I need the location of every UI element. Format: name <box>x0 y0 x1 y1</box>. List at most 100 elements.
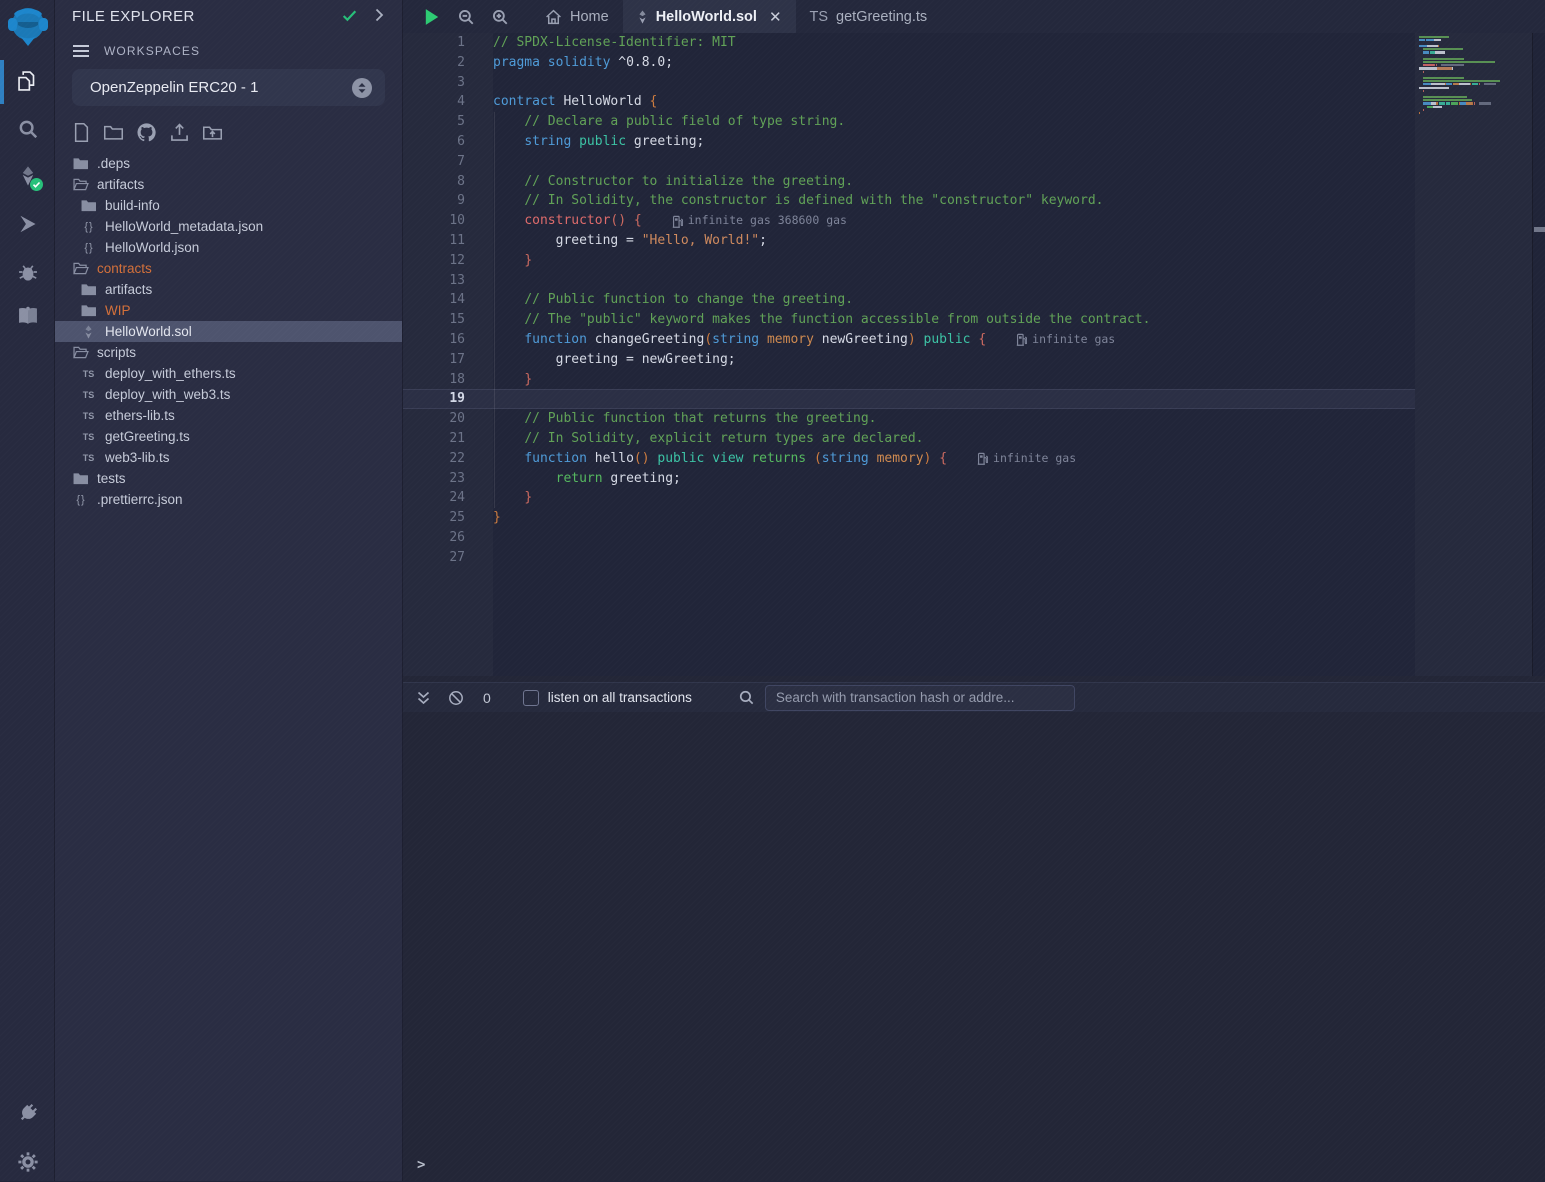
code-line-8[interactable]: 8 // Constructor to initialize the greet… <box>403 172 1415 192</box>
overview-ruler[interactable] <box>1532 33 1545 676</box>
code-line-4[interactable]: 4contract HelloWorld { <box>403 92 1415 112</box>
terminal-content[interactable]: > <box>403 712 1545 1181</box>
settings-gear-icon[interactable] <box>0 1142 55 1182</box>
terminal-clear-icon[interactable] <box>448 690 464 706</box>
search-icon[interactable] <box>0 109 55 149</box>
line-number: 5 <box>403 112 465 132</box>
code-line-14[interactable]: 14 // Public function to change the gree… <box>403 290 1415 310</box>
code-line-17[interactable]: 17 greeting = newGreeting; <box>403 350 1415 370</box>
new-folder-icon[interactable] <box>103 122 124 143</box>
scrollbar-thumb[interactable] <box>1534 227 1545 232</box>
code-line-12[interactable]: 12 } <box>403 251 1415 271</box>
code-line-23[interactable]: 23 return greeting; <box>403 469 1415 489</box>
code-line-19[interactable]: 19 <box>403 389 1415 409</box>
debugger-icon[interactable] <box>0 252 55 292</box>
workspace-menu-icon[interactable] <box>72 44 90 58</box>
workspace-selector[interactable]: OpenZeppelin ERC20 - 1 <box>72 69 385 106</box>
gas-estimate-annotation: infinite gas 368600 gas <box>672 211 847 231</box>
solidity-compiler-icon[interactable] <box>0 156 55 196</box>
tree-item--prettierrc-json[interactable]: { }.prettierrc.json <box>55 489 402 510</box>
tree-item-label: web3-lib.ts <box>105 450 170 465</box>
code-line-26[interactable]: 26 <box>403 528 1415 548</box>
line-number: 6 <box>403 132 465 152</box>
line-number: 1 <box>403 33 465 53</box>
file-explorer-header: FILE EXPLORER <box>55 0 402 34</box>
code-line-2[interactable]: 2pragma solidity ^0.8.0; <box>403 53 1415 73</box>
tree-item-ethers-lib-ts[interactable]: TSethers-lib.ts <box>55 405 402 426</box>
tree-item-scripts[interactable]: scripts <box>55 342 402 363</box>
folder-open-icon <box>72 262 89 275</box>
line-number: 18 <box>403 370 465 390</box>
tree-item-artifacts[interactable]: artifacts <box>55 279 402 300</box>
code-text: function changeGreeting(string memory ne… <box>493 330 986 350</box>
tree-item-build-info[interactable]: build-info <box>55 195 402 216</box>
tree-item-web3-lib-ts[interactable]: TSweb3-lib.ts <box>55 447 402 468</box>
code-line-18[interactable]: 18 } <box>403 370 1415 390</box>
tab-getgreeting-ts[interactable]: TSgetGreeting.ts <box>796 0 942 33</box>
line-number: 26 <box>403 528 465 548</box>
tab-label: Home <box>570 9 609 25</box>
solidity-icon <box>80 325 97 339</box>
tree-item-helloworld-metadata-json[interactable]: { }HelloWorld_metadata.json <box>55 216 402 237</box>
code-line-6[interactable]: 6 string public greeting; <box>403 132 1415 152</box>
code-line-16[interactable]: 16 function changeGreeting(string memory… <box>403 330 1415 350</box>
tree-item-deploy-with-web3-ts[interactable]: TSdeploy_with_web3.ts <box>55 384 402 405</box>
code-line-15[interactable]: 15 // The "public" keyword makes the fun… <box>403 310 1415 330</box>
deploy-run-icon[interactable] <box>0 204 55 244</box>
code-text: greeting = "Hello, World!"; <box>493 231 767 251</box>
code-line-20[interactable]: 20 // Public function that returns the g… <box>403 409 1415 429</box>
tree-item-helloworld-sol[interactable]: HelloWorld.sol <box>55 321 402 342</box>
terminal-prompt: > <box>417 1157 425 1173</box>
minimap[interactable] <box>1419 35 1529 121</box>
chevron-right-icon[interactable] <box>371 7 387 28</box>
minimap-column[interactable] <box>1415 33 1532 676</box>
new-file-icon[interactable] <box>72 122 91 143</box>
code-line-13[interactable]: 13 <box>403 271 1415 291</box>
tree-item-tests[interactable]: tests <box>55 468 402 489</box>
code-line-3[interactable]: 3 <box>403 73 1415 93</box>
tab-home[interactable]: Home <box>531 0 623 33</box>
transaction-search-input[interactable] <box>765 685 1075 711</box>
line-number: 21 <box>403 429 465 449</box>
code-line-11[interactable]: 11 greeting = "Hello, World!"; <box>403 231 1415 251</box>
code-text: contract HelloWorld { <box>493 92 657 112</box>
code-text: constructor() { <box>493 211 642 231</box>
publish-gist-icon[interactable] <box>169 122 190 143</box>
listen-transactions-checkbox[interactable] <box>523 690 539 706</box>
code-editor[interactable]: 1// SPDX-License-Identifier: MIT2pragma … <box>403 33 1545 676</box>
code-line-1[interactable]: 1// SPDX-License-Identifier: MIT <box>403 33 1415 53</box>
learneth-book-icon[interactable] <box>0 296 55 336</box>
code-line-10[interactable]: 10 constructor() {infinite gas 368600 ga… <box>403 211 1415 231</box>
code-line-22[interactable]: 22 function hello() public view returns … <box>403 449 1415 469</box>
tree-item-wip[interactable]: WIP <box>55 300 402 321</box>
plugin-manager-icon[interactable] <box>0 1093 55 1133</box>
code-line-25[interactable]: 25} <box>403 508 1415 528</box>
close-tab-icon[interactable]: ✕ <box>769 8 782 26</box>
tree-item-contracts[interactable]: contracts <box>55 258 402 279</box>
tab-helloworld-sol[interactable]: HelloWorld.sol✕ <box>623 0 796 33</box>
tree-item-helloworld-json[interactable]: { }HelloWorld.json <box>55 237 402 258</box>
tree-item-deploy-with-ethers-ts[interactable]: TSdeploy_with_ethers.ts <box>55 363 402 384</box>
tree-item-artifacts[interactable]: artifacts <box>55 174 402 195</box>
folder-closed-icon <box>80 199 97 212</box>
code-line-9[interactable]: 9 // In Solidity, the constructor is def… <box>403 191 1415 211</box>
code-line-24[interactable]: 24 } <box>403 488 1415 508</box>
code-line-27[interactable]: 27 <box>403 548 1415 568</box>
line-number: 7 <box>403 152 465 172</box>
load-folder-icon[interactable] <box>202 122 223 143</box>
tree-item-getgreeting-ts[interactable]: TSgetGreeting.ts <box>55 426 402 447</box>
code-text: // Constructor to initialize the greetin… <box>493 172 853 192</box>
ts-icon: TS <box>80 390 97 400</box>
file-explorer-icon[interactable] <box>0 61 55 101</box>
code-line-7[interactable]: 7 <box>403 152 1415 172</box>
gas-estimate-annotation: infinite gas <box>977 449 1076 469</box>
remix-logo[interactable] <box>2 2 53 52</box>
github-icon[interactable] <box>136 122 157 143</box>
code-line-21[interactable]: 21 // In Solidity, explicit return types… <box>403 429 1415 449</box>
zoom-out-icon[interactable] <box>449 0 483 33</box>
run-script-icon[interactable] <box>415 0 449 33</box>
tree-item--deps[interactable]: .deps <box>55 153 402 174</box>
code-line-5[interactable]: 5 // Declare a public field of type stri… <box>403 112 1415 132</box>
zoom-in-icon[interactable] <box>483 0 517 33</box>
terminal-expand-icon[interactable] <box>416 690 431 706</box>
